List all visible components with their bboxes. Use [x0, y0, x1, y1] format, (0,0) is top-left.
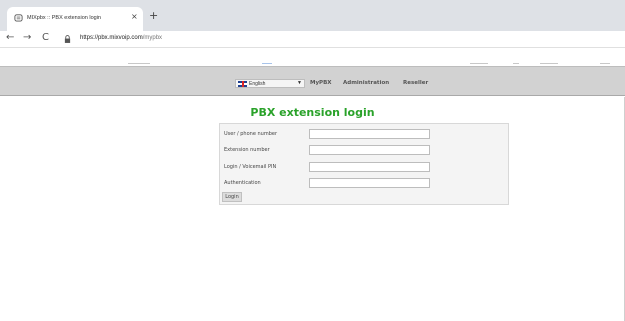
- user-label: User / phone number: [224, 131, 278, 137]
- nav-reseller[interactable]: Reseller: [403, 80, 428, 86]
- authentication-input[interactable]: [309, 178, 430, 188]
- browser-tab-bar: MIXpbx :: PBX extension login × +: [0, 0, 625, 31]
- form-row-authentication: Authentication: [224, 177, 504, 189]
- lock-icon: [64, 35, 71, 43]
- back-button[interactable]: ←: [6, 32, 14, 43]
- form-row-pin: Login / Voicemail PIN: [224, 161, 504, 173]
- uk-flag-icon: [238, 81, 247, 87]
- url-host: https://pbx.mixvoip.com: [80, 35, 143, 41]
- rendering-artifact-band: [0, 48, 625, 66]
- pin-input[interactable]: [309, 162, 430, 172]
- address-bar[interactable]: https://pbx.mixvoip.com/mypbx: [80, 35, 162, 41]
- user-phone-input[interactable]: [309, 129, 430, 139]
- tab-title: MIXpbx :: PBX extension login: [27, 15, 101, 21]
- reload-button[interactable]: C: [42, 32, 49, 43]
- tab-close-icon[interactable]: ×: [131, 12, 138, 21]
- browser-toolbar: ← → C https://pbx.mixvoip.com/mypbx: [0, 31, 625, 48]
- site-header: English ▼ MyPBX Administration Reseller: [0, 66, 625, 96]
- form-row-user: User / phone number: [224, 128, 504, 140]
- new-tab-button[interactable]: +: [149, 9, 158, 22]
- login-button[interactable]: Login: [222, 192, 242, 202]
- nav-administration[interactable]: Administration: [343, 80, 389, 86]
- dropdown-caret-icon: ▼: [297, 80, 302, 86]
- authentication-label: Authentication: [224, 180, 261, 186]
- extension-input[interactable]: [309, 145, 430, 155]
- form-row-extension: Extension number: [224, 144, 504, 156]
- nav-mypbx[interactable]: MyPBX: [310, 80, 332, 86]
- language-select[interactable]: English ▼: [235, 79, 305, 88]
- language-label: English: [249, 81, 266, 87]
- browser-tab[interactable]: MIXpbx :: PBX extension login ×: [7, 7, 143, 31]
- login-form: User / phone number Extension number Log…: [219, 123, 509, 205]
- page-title: PBX extension login: [250, 106, 375, 119]
- pin-label: Login / Voicemail PIN: [224, 164, 277, 170]
- extension-label: Extension number: [224, 147, 270, 153]
- favicon-icon: [14, 14, 23, 22]
- url-path: /mypbx: [142, 35, 163, 41]
- forward-button[interactable]: →: [23, 32, 31, 43]
